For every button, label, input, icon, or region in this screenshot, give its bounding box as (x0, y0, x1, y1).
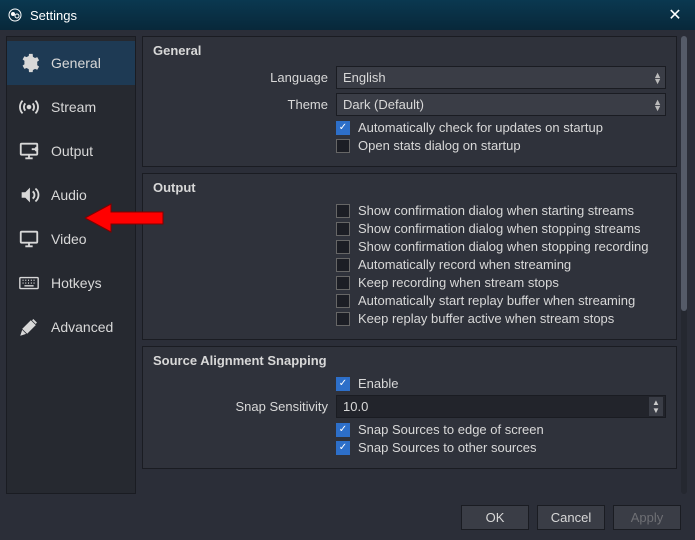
check-confirm-stop-recording[interactable]: Show confirmation dialog when stopping r… (336, 239, 666, 254)
theme-dropdown[interactable]: Dark (Default) (336, 93, 666, 116)
check-snap-edge[interactable]: ✓ Snap Sources to edge of screen (336, 422, 666, 437)
section-snapping: Source Alignment Snapping ✓ Enable Snap … (142, 346, 677, 469)
section-general: General Language English ▲▼ Theme Dark (… (142, 36, 677, 167)
checkbox-icon[interactable] (336, 222, 350, 236)
check-label: Automatically check for updates on start… (358, 120, 603, 135)
check-confirm-stop-stream[interactable]: Show confirmation dialog when stopping s… (336, 221, 666, 236)
check-label: Keep replay buffer active when stream st… (358, 311, 614, 326)
theme-label: Theme (153, 97, 328, 112)
tools-icon (17, 315, 41, 339)
check-label: Automatically start replay buffer when s… (358, 293, 635, 308)
checkbox-icon[interactable]: ✓ (336, 423, 350, 437)
checkbox-icon[interactable] (336, 204, 350, 218)
apply-button: Apply (613, 505, 681, 530)
sidebar-item-general[interactable]: General (7, 41, 135, 85)
check-label: Snap Sources to other sources (358, 440, 537, 455)
checkbox-icon[interactable] (336, 139, 350, 153)
check-label: Show confirmation dialog when stopping r… (358, 239, 649, 254)
checkbox-icon[interactable] (336, 258, 350, 272)
snap-sensitivity-label: Snap Sensitivity (153, 399, 328, 414)
sidebar-item-stream[interactable]: Stream (7, 85, 135, 129)
checkbox-icon[interactable] (336, 294, 350, 308)
sidebar-item-label: Hotkeys (51, 275, 102, 291)
monitor-icon (17, 227, 41, 251)
check-auto-replay-buffer[interactable]: Automatically start replay buffer when s… (336, 293, 666, 308)
check-label: Snap Sources to edge of screen (358, 422, 544, 437)
check-auto-update[interactable]: ✓ Automatically check for updates on sta… (336, 120, 666, 135)
check-label: Enable (358, 376, 398, 391)
sidebar-item-label: General (51, 55, 101, 71)
spinner-arrows-icon[interactable]: ▲▼ (649, 397, 663, 416)
content-area: General Language English ▲▼ Theme Dark (… (142, 36, 689, 494)
sidebar-item-label: Advanced (51, 319, 113, 335)
sidebar-item-label: Video (51, 231, 87, 247)
check-confirm-start-stream[interactable]: Show confirmation dialog when starting s… (336, 203, 666, 218)
sidebar-item-audio[interactable]: Audio (7, 173, 135, 217)
cancel-button[interactable]: Cancel (537, 505, 605, 530)
sidebar-item-output[interactable]: Output (7, 129, 135, 173)
language-dropdown[interactable]: English (336, 66, 666, 89)
checkbox-icon[interactable] (336, 312, 350, 326)
check-label: Open stats dialog on startup (358, 138, 521, 153)
scrollbar-thumb[interactable] (681, 36, 687, 311)
check-keep-replay-buffer[interactable]: Keep replay buffer active when stream st… (336, 311, 666, 326)
check-label: Show confirmation dialog when stopping s… (358, 221, 641, 236)
vertical-scrollbar[interactable] (681, 36, 687, 494)
sidebar-item-video[interactable]: Video (7, 217, 135, 261)
check-keep-recording[interactable]: Keep recording when stream stops (336, 275, 666, 290)
dialog-footer: OK Cancel Apply (0, 500, 695, 534)
ok-button[interactable]: OK (461, 505, 529, 530)
app-icon (6, 6, 24, 24)
section-output: Output Show confirmation dialog when sta… (142, 173, 677, 340)
check-snap-other[interactable]: ✓ Snap Sources to other sources (336, 440, 666, 455)
sidebar-item-label: Audio (51, 187, 87, 203)
section-title-snapping: Source Alignment Snapping (153, 353, 666, 368)
antenna-icon (17, 95, 41, 119)
check-label: Keep recording when stream stops (358, 275, 559, 290)
gear-icon (17, 51, 41, 75)
keyboard-icon (17, 271, 41, 295)
check-snap-enable[interactable]: ✓ Enable (336, 376, 666, 391)
monitor-out-icon (17, 139, 41, 163)
language-label: Language (153, 70, 328, 85)
close-icon[interactable]: ✕ (661, 5, 689, 25)
titlebar: Settings ✕ (0, 0, 695, 30)
checkbox-icon[interactable]: ✓ (336, 377, 350, 391)
checkbox-icon[interactable]: ✓ (336, 441, 350, 455)
sidebar-item-label: Output (51, 143, 93, 159)
sidebar-item-advanced[interactable]: Advanced (7, 305, 135, 349)
check-auto-record[interactable]: Automatically record when streaming (336, 257, 666, 272)
section-title-general: General (153, 43, 666, 58)
checkbox-icon[interactable]: ✓ (336, 121, 350, 135)
sidebar-item-label: Stream (51, 99, 96, 115)
checkbox-icon[interactable] (336, 276, 350, 290)
window-title: Settings (30, 8, 77, 23)
checkbox-icon[interactable] (336, 240, 350, 254)
snap-sensitivity-input[interactable]: 10.0 (336, 395, 666, 418)
check-label: Automatically record when streaming (358, 257, 571, 272)
check-label: Show confirmation dialog when starting s… (358, 203, 634, 218)
speaker-icon (17, 183, 41, 207)
sidebar-item-hotkeys[interactable]: Hotkeys (7, 261, 135, 305)
check-open-stats[interactable]: Open stats dialog on startup (336, 138, 666, 153)
sidebar: General Stream Output Audio Video (6, 36, 136, 494)
section-title-output: Output (153, 180, 666, 195)
